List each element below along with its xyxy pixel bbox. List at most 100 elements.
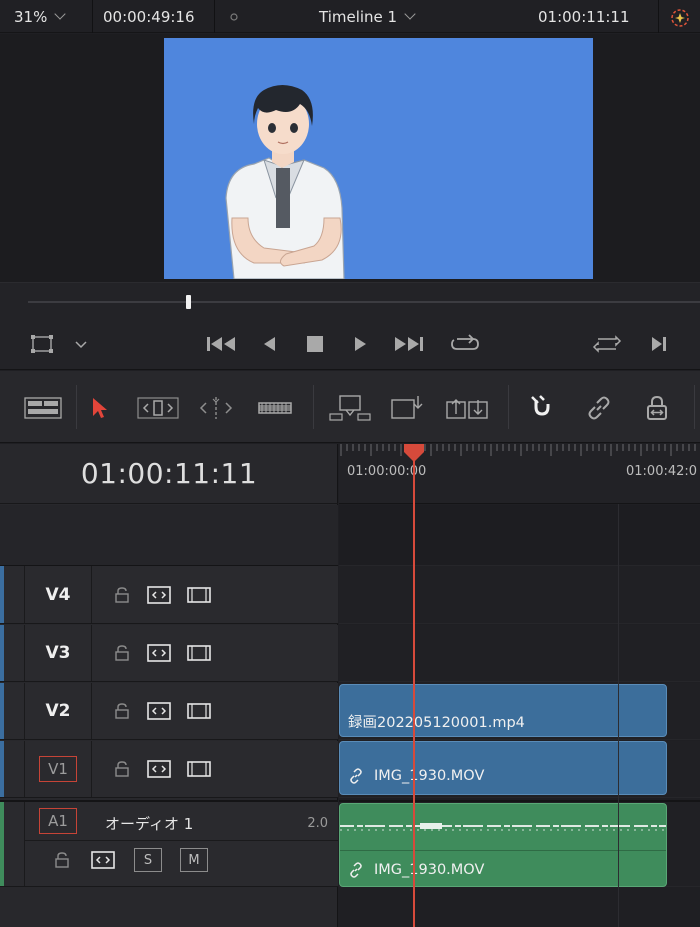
overwrite-clip-button[interactable] [388,393,428,423]
scrub-track[interactable] [28,301,700,303]
lane-a1[interactable]: IMG_1930.MOV [339,800,700,887]
timeline-ruler[interactable]: 01:00:00:00 01:00:42:0 [339,444,700,504]
timeline-gridline [618,504,619,927]
lock-icon[interactable] [112,585,132,605]
dot-icon [230,0,238,33]
auto-select-icon[interactable] [146,643,172,663]
track-header-v1[interactable]: V1 [0,741,338,798]
jump-to-start-icon [207,337,235,351]
lock-icon[interactable] [112,643,132,663]
track-header-v2[interactable]: V2 [0,683,338,740]
chevron-down-icon [404,8,416,20]
timeline-view-options-icon [24,397,62,419]
replace-clip-button[interactable] [444,393,490,423]
jump-to-end-button[interactable] [392,332,426,356]
ruler-label-next: 01:00:42:0 [626,464,698,479]
lane-v2[interactable]: 録画202205120001.mp4 [339,683,700,740]
insert-clip-icon [329,395,371,421]
timeline-lanes[interactable]: 01:00:00:00 01:00:42:0 録画202205120001.mp… [339,444,700,927]
play-icon [355,337,366,351]
lock-icon[interactable] [112,701,132,721]
dynamic-trim-button[interactable] [196,393,236,423]
video-frame[interactable] [164,38,593,279]
lock-icon[interactable] [52,850,72,870]
auto-select-icon[interactable] [146,585,172,605]
jump-to-start-button[interactable] [204,332,238,356]
track-header-a1[interactable]: A1 オーディオ 1 2.0 S M [0,800,338,887]
video-track-enable-icon[interactable] [186,643,212,663]
timeline-view-options-button[interactable] [24,393,62,423]
link-icon [350,768,362,784]
blade-tool-button[interactable] [256,393,294,423]
scrub-handle[interactable] [186,295,191,309]
match-frame-icon [592,335,622,353]
video-track-enable-icon[interactable] [186,701,212,721]
timeline-name: Timeline 1 [319,7,398,26]
lane-v4[interactable] [339,566,700,624]
video-track-enable-icon[interactable] [186,585,212,605]
clip-name: IMG_1930.MOV [374,768,485,784]
edit-toolbar [0,371,700,443]
position-lock-toggle[interactable] [642,393,672,423]
audio-track-label[interactable]: オーディオ 1 [105,802,193,844]
audio-channels: 2.0 [307,815,328,831]
replace-clip-icon [446,399,488,419]
track-header-v4[interactable]: V4 [0,566,338,624]
timeline-selector[interactable]: Timeline 1 [319,0,416,33]
clip-name: 録画202205120001.mp4 [348,715,525,731]
play-reverse-button[interactable] [258,332,280,356]
lane-spacer [339,505,700,566]
trim-edit-button[interactable] [136,393,180,423]
next-edit-icon [652,337,666,351]
destination-control-v1[interactable]: V1 [39,756,77,782]
track-name-a1[interactable]: A1 [26,802,90,840]
source-timecode: 00:00:49:16 [103,0,195,33]
ruler-ticks [340,444,696,456]
track-header-spacer [0,505,338,566]
trim-edit-icon [137,397,179,419]
solo-button[interactable]: S [134,848,162,872]
stop-icon [307,336,323,352]
dynamic-trim-icon [199,397,233,419]
linked-selection-icon [588,396,610,420]
auto-select-icon[interactable] [146,701,172,721]
transform-mode-dropdown[interactable] [28,332,88,356]
selection-arrow-icon [93,398,107,418]
track-name-v4: V4 [45,584,71,605]
zoom-level-dropdown[interactable]: 31% [14,0,67,33]
viewer [0,34,700,282]
viewer-scrubber[interactable] [0,282,700,320]
mute-button[interactable]: M [180,848,208,872]
snapping-magnet-icon [531,395,550,416]
auto-select-icon[interactable] [146,759,172,779]
track-headers: 01:00:11:11 V4 V3 V2 V1 A1 オーディオ 1 2.0 S… [0,444,338,927]
linked-selection-toggle[interactable] [584,393,614,423]
lock-icon[interactable] [112,759,132,779]
lane-v1[interactable]: IMG_1930.MOV [339,741,700,798]
track-name-v1[interactable]: V1 [26,741,90,797]
lane-v3[interactable] [339,625,700,682]
play-reverse-icon [264,337,275,351]
stop-button[interactable] [304,332,326,356]
timeline-panel: 01:00:11:11 V4 V3 V2 V1 A1 オーディオ 1 2.0 S… [0,444,700,927]
loop-button[interactable] [448,332,482,356]
loop-icon [451,334,479,350]
insert-clip-button[interactable] [328,393,372,423]
transport-controls [0,320,700,370]
match-frame-button[interactable] [592,332,622,356]
destination-control-a1[interactable]: A1 [39,808,77,834]
snapping-toggle[interactable] [526,393,558,423]
auto-select-icon[interactable] [90,850,116,870]
position-lock-icon [647,395,667,420]
playhead-handle[interactable] [402,444,426,462]
track-header-v3[interactable]: V3 [0,625,338,682]
blade-icon [258,402,292,414]
sparkle-icon[interactable] [668,0,692,33]
timeline-current-timecode: 01:00:11:11 [0,444,338,504]
selection-tool-button[interactable] [86,393,112,423]
next-edit-button[interactable] [648,332,670,356]
playhead-line[interactable] [413,444,415,927]
link-icon [350,862,362,878]
play-button[interactable] [350,332,372,356]
video-track-enable-icon[interactable] [186,759,212,779]
